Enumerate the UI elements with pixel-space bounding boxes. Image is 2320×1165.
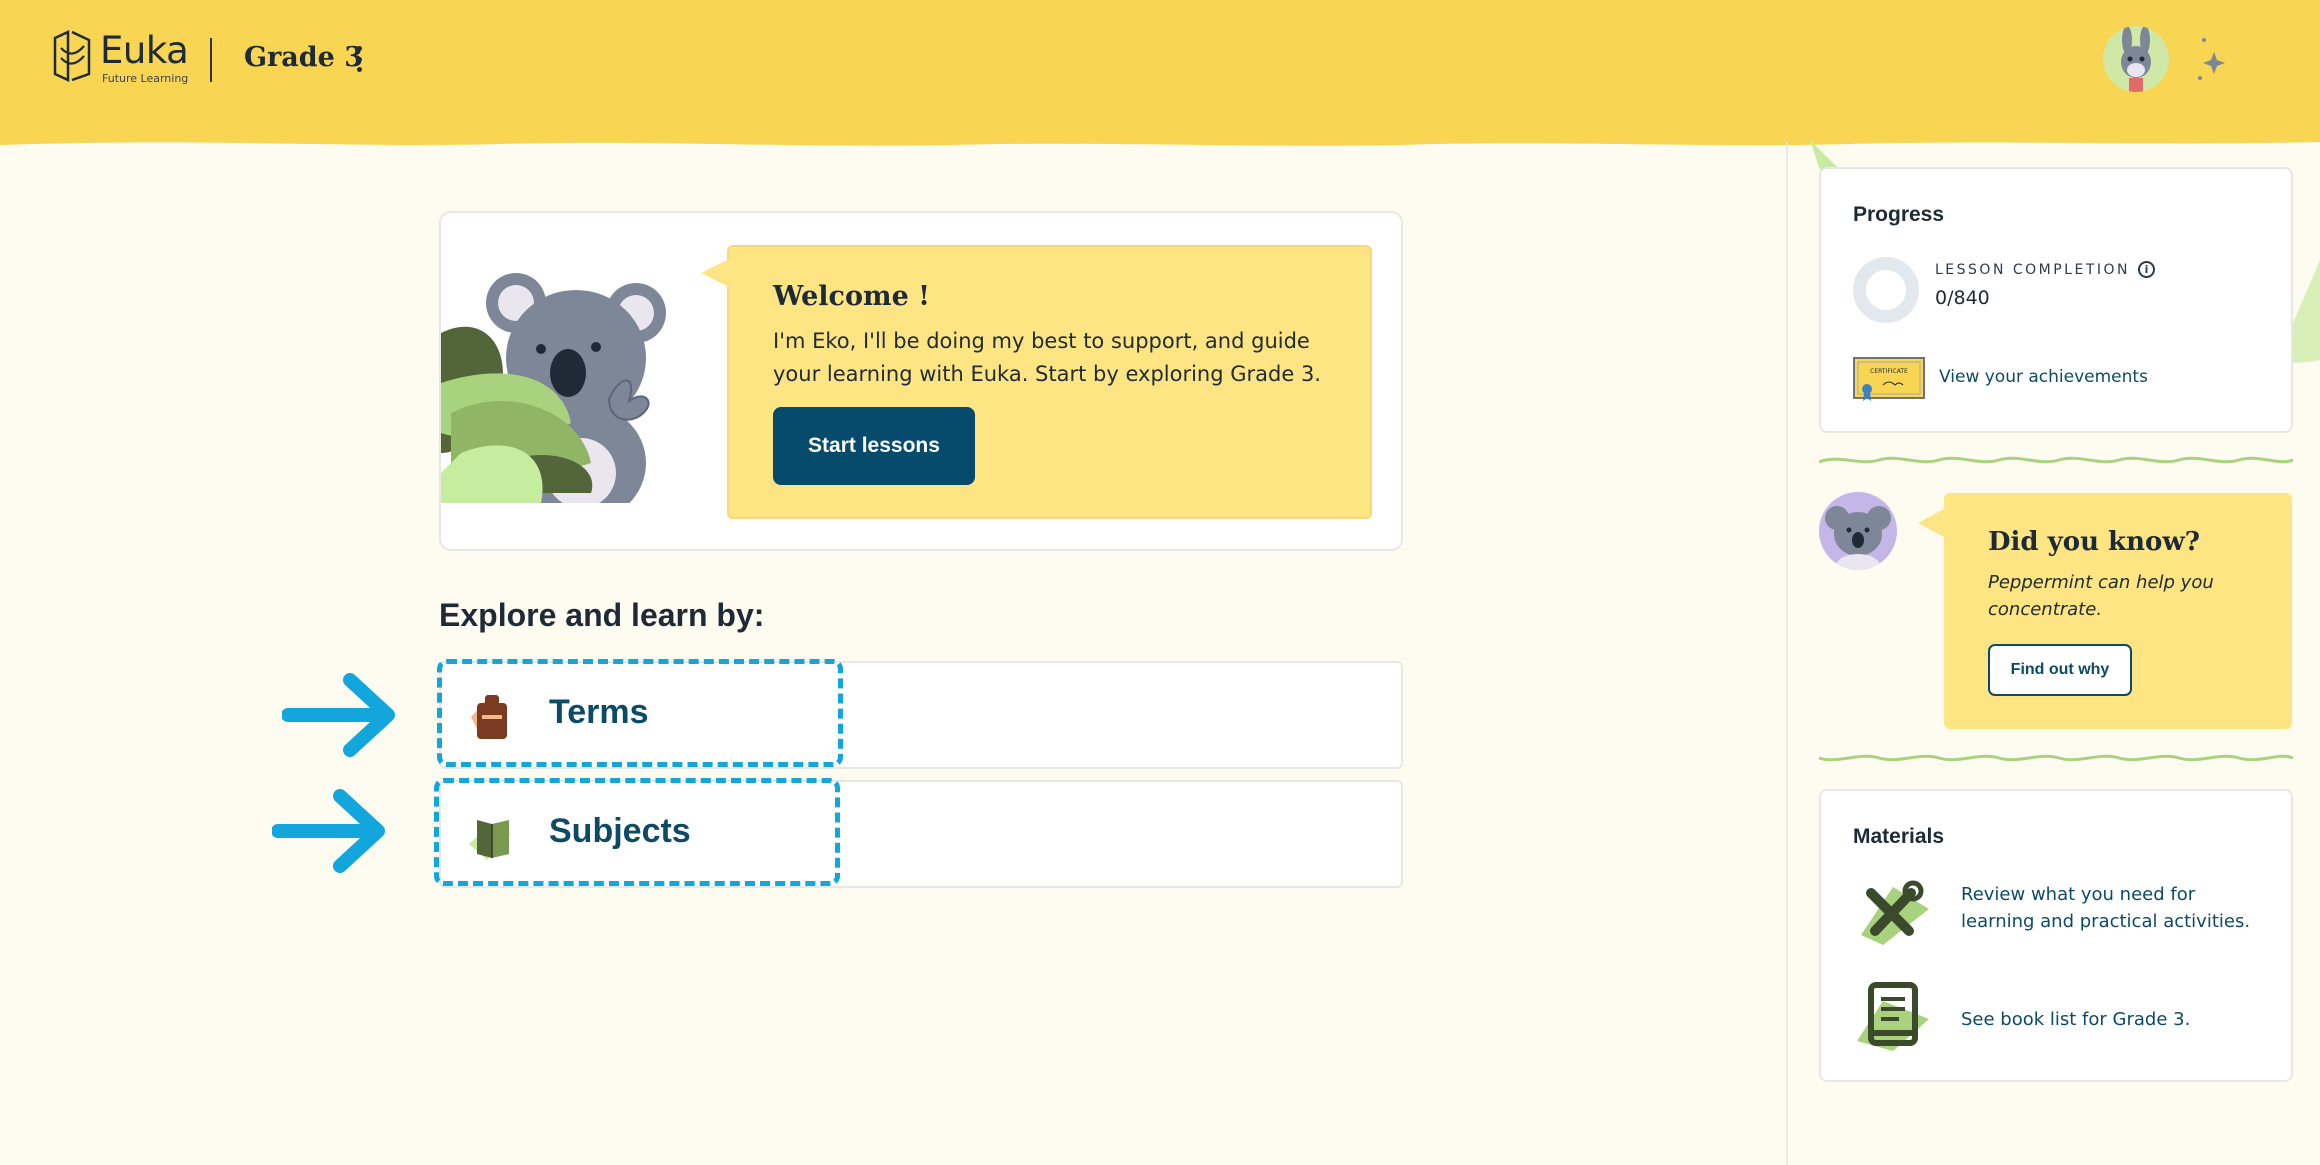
grade-selector-label[interactable]: Grade 3 (244, 42, 363, 73)
lesson-completion-text: LESSON COMPLETION (1935, 261, 2130, 278)
welcome-speech-bubble: Welcome ! I'm Eko, I'll be doing my best… (701, 245, 1372, 519)
explore-item-label: Subjects (549, 812, 691, 850)
euka-logo[interactable]: Euka Future Learning (52, 28, 189, 86)
explore-item-terms[interactable]: Terms (439, 661, 1403, 769)
grade-more-icon[interactable] (354, 46, 364, 72)
book-list-link[interactable]: See book list for Grade 3. (1961, 1006, 2271, 1033)
completion-ring (1853, 257, 1919, 323)
logo-mark-icon (53, 30, 91, 82)
progress-title: Progress (1853, 203, 1945, 226)
did-you-know-title: Did you know? (1988, 527, 2200, 557)
explore-heading: Explore and learn by: (439, 597, 765, 633)
header-background (0, 0, 2320, 146)
arrow-pointer-icon (272, 789, 385, 873)
progress-card: Progress LESSON COMPLETION i 0/840 CERTI… (1819, 167, 2293, 433)
did-you-know-card: Did you know? Peppermint can help you co… (1918, 493, 2292, 729)
explore-item-subjects[interactable]: Subjects (439, 780, 1403, 888)
donkey-avatar-icon (2121, 26, 2151, 92)
koala-face-icon (1825, 506, 1891, 570)
welcome-card: Welcome ! I'm Eko, I'll be doing my best… (439, 211, 1403, 551)
top-header: Euka Future Learning Grade 3 (0, 0, 2320, 150)
speech-tail (701, 259, 729, 287)
welcome-message: I'm Eko, I'll be doing my best to suppor… (773, 329, 1321, 386)
materials-title: Materials (1853, 825, 1945, 848)
brand-name: Euka (100, 28, 189, 72)
view-achievements-link[interactable]: View your achievements (1939, 367, 2148, 387)
wavy-divider (1819, 456, 2293, 464)
materials-review-link[interactable]: Review what you need for learning and pr… (1961, 881, 2271, 935)
brand-tagline: Future Learning (102, 71, 189, 85)
start-lessons-button[interactable]: Start lessons (773, 407, 975, 485)
certificate-icon: CERTIFICATE (1853, 357, 1925, 401)
lesson-completion-value: 0/840 (1935, 287, 1990, 309)
koala-avatar (1819, 492, 1897, 570)
calendar-icon (471, 695, 507, 739)
certificate-label: CERTIFICATE (1870, 368, 1908, 375)
materials-card: Materials Review what you need for learn… (1819, 789, 2293, 1082)
book-list-icon (1857, 982, 1929, 1051)
find-out-why-button[interactable]: Find out why (1988, 644, 2132, 696)
arrow-pointer-icon (282, 673, 395, 757)
sidebar-divider (1786, 142, 1788, 1165)
info-icon[interactable]: i (2138, 261, 2155, 278)
user-avatar[interactable] (2103, 26, 2169, 92)
speech-tail (1918, 509, 1944, 537)
wavy-divider (1819, 754, 2293, 762)
explore-item-label: Terms (549, 693, 649, 731)
welcome-title: Welcome ! (773, 281, 931, 312)
book-icon (469, 820, 511, 860)
night-mode-icon[interactable] (2192, 26, 2262, 94)
header-divider (210, 38, 212, 82)
tools-icon (1861, 880, 1929, 945)
lesson-completion-label: LESSON COMPLETION i (1935, 261, 2155, 278)
koala-mascot-illustration (441, 273, 666, 503)
did-you-know-text: Peppermint can help you concentrate. (1988, 572, 2214, 620)
